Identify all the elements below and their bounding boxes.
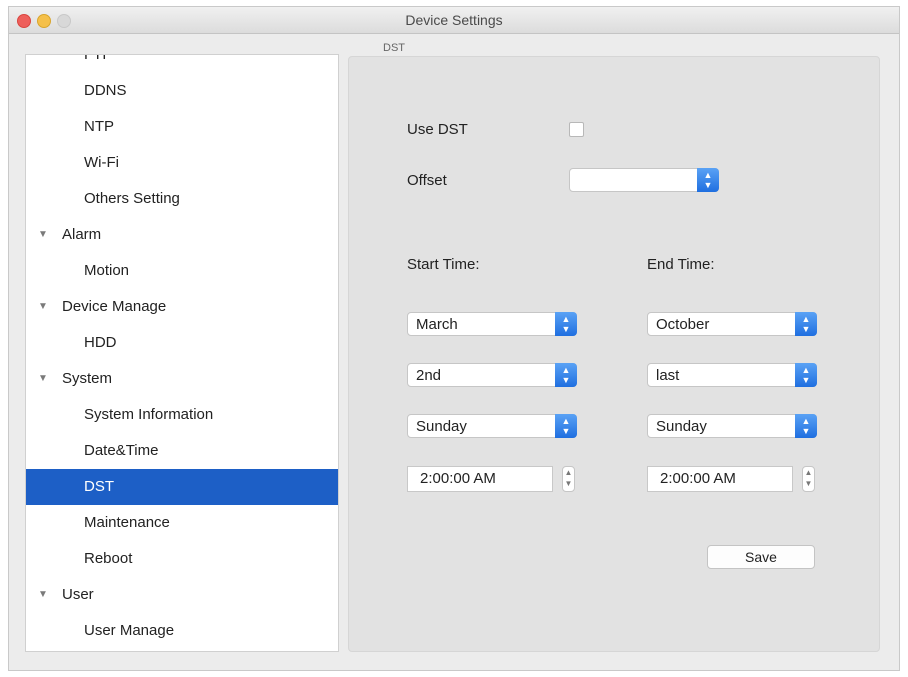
window-title: Device Settings	[405, 12, 503, 28]
tree-item-label: Device Manage	[62, 298, 167, 315]
tree-item-label: Date&Time	[84, 442, 159, 459]
popup-arrows-icon: ▲ ▼	[697, 168, 719, 192]
dst-settings-panel: Use DST Offset ▲ ▼ Start Time: End Time: …	[348, 56, 880, 652]
tree-item-label: HDD	[84, 334, 117, 351]
start-week-value: 2nd	[416, 367, 442, 384]
disclosure-triangle-icon[interactable]: ▼	[38, 217, 48, 253]
end-day-value: Sunday	[656, 418, 707, 435]
tree-item-dst[interactable]: DST	[26, 469, 338, 505]
tree-item-reboot[interactable]: Reboot	[26, 541, 338, 577]
tree-item-others-setting[interactable]: Others Setting	[26, 181, 338, 217]
tree-item-label: FTP	[84, 54, 113, 63]
disclosure-triangle-icon[interactable]: ▼	[38, 289, 48, 325]
popup-arrows-icon: ▲ ▼	[555, 363, 577, 387]
tree-item-hdd[interactable]: HDD	[26, 325, 338, 361]
end-week-value: last	[656, 367, 680, 384]
tree-item-wifi[interactable]: Wi-Fi	[26, 145, 338, 181]
popup-arrows-icon: ▲ ▼	[795, 363, 817, 387]
tree-item-label: System	[62, 370, 113, 387]
end-month-select[interactable]: October ▲ ▼	[647, 312, 817, 336]
start-month-value: March	[416, 316, 458, 333]
tree-item-partial[interactable]: FTP	[26, 54, 338, 73]
tree-item-label: Others Setting	[84, 190, 180, 207]
offset-label: Offset	[407, 172, 447, 189]
title-bar: Device Settings	[9, 7, 899, 34]
disclosure-triangle-icon[interactable]: ▼	[38, 577, 48, 613]
start-time-field[interactable]: 2:00:00 AM	[407, 466, 553, 492]
end-day-select[interactable]: Sunday ▲ ▼	[647, 414, 817, 438]
tree-group-device-manage[interactable]: ▼ Device Manage	[26, 289, 338, 325]
tree-item-label: Reboot	[84, 550, 133, 567]
tree-group-alarm[interactable]: ▼ Alarm	[26, 217, 338, 253]
end-time-label: End Time:	[647, 256, 715, 273]
save-button[interactable]: Save	[707, 545, 815, 569]
start-week-select[interactable]: 2nd ▲ ▼	[407, 363, 577, 387]
popup-arrows-icon: ▲ ▼	[555, 312, 577, 336]
start-month-select[interactable]: March ▲ ▼	[407, 312, 577, 336]
dst-group-title: DST	[383, 42, 405, 54]
start-day-value: Sunday	[416, 418, 467, 435]
tree-item-label: System Information	[84, 406, 214, 423]
offset-select[interactable]: ▲ ▼	[569, 168, 719, 192]
tree-item-motion[interactable]: Motion	[26, 253, 338, 289]
tree-item-ddns[interactable]: DDNS	[26, 73, 338, 109]
tree-item-label: Wi-Fi	[84, 154, 119, 171]
tree-item-label: DDNS	[84, 82, 127, 99]
tree-item-user-manage[interactable]: User Manage	[26, 613, 338, 649]
tree-item-label: Maintenance	[84, 514, 170, 531]
start-time-stepper[interactable]: ▲ ▼	[562, 466, 575, 492]
end-time-field[interactable]: 2:00:00 AM	[647, 466, 793, 492]
end-time-stepper[interactable]: ▲ ▼	[802, 466, 815, 492]
tree-item-label: Motion	[84, 262, 130, 279]
popup-arrows-icon: ▲ ▼	[795, 414, 817, 438]
tree-item-ntp[interactable]: NTP	[26, 109, 338, 145]
use-dst-checkbox[interactable]	[569, 122, 584, 137]
popup-arrows-icon: ▲ ▼	[795, 312, 817, 336]
tree-item-maintenance[interactable]: Maintenance	[26, 505, 338, 541]
end-month-value: October	[656, 316, 710, 333]
end-week-select[interactable]: last ▲ ▼	[647, 363, 817, 387]
tree-group-system[interactable]: ▼ System	[26, 361, 338, 397]
start-day-select[interactable]: Sunday ▲ ▼	[407, 414, 577, 438]
disclosure-triangle-icon[interactable]: ▼	[38, 361, 48, 397]
tree-item-label: NTP	[84, 118, 114, 135]
tree-item-label: DST	[84, 478, 114, 495]
tree-item-system-information[interactable]: System Information	[26, 397, 338, 433]
tree-item-label: User	[62, 586, 94, 603]
popup-arrows-icon: ▲ ▼	[555, 414, 577, 438]
tree-group-user[interactable]: ▼ User	[26, 577, 338, 613]
tree-item-label: Alarm	[62, 226, 102, 243]
start-time-value: 2:00:00 AM	[420, 470, 496, 487]
end-time-value: 2:00:00 AM	[660, 470, 736, 487]
settings-tree[interactable]: FTP DDNS NTP Wi-Fi Others Setting ▼ Alar…	[25, 54, 339, 652]
tree-item-label: User Manage	[84, 622, 175, 639]
start-time-label: Start Time:	[407, 256, 480, 273]
use-dst-label: Use DST	[407, 121, 468, 138]
tree-item-date-time[interactable]: Date&Time	[26, 433, 338, 469]
